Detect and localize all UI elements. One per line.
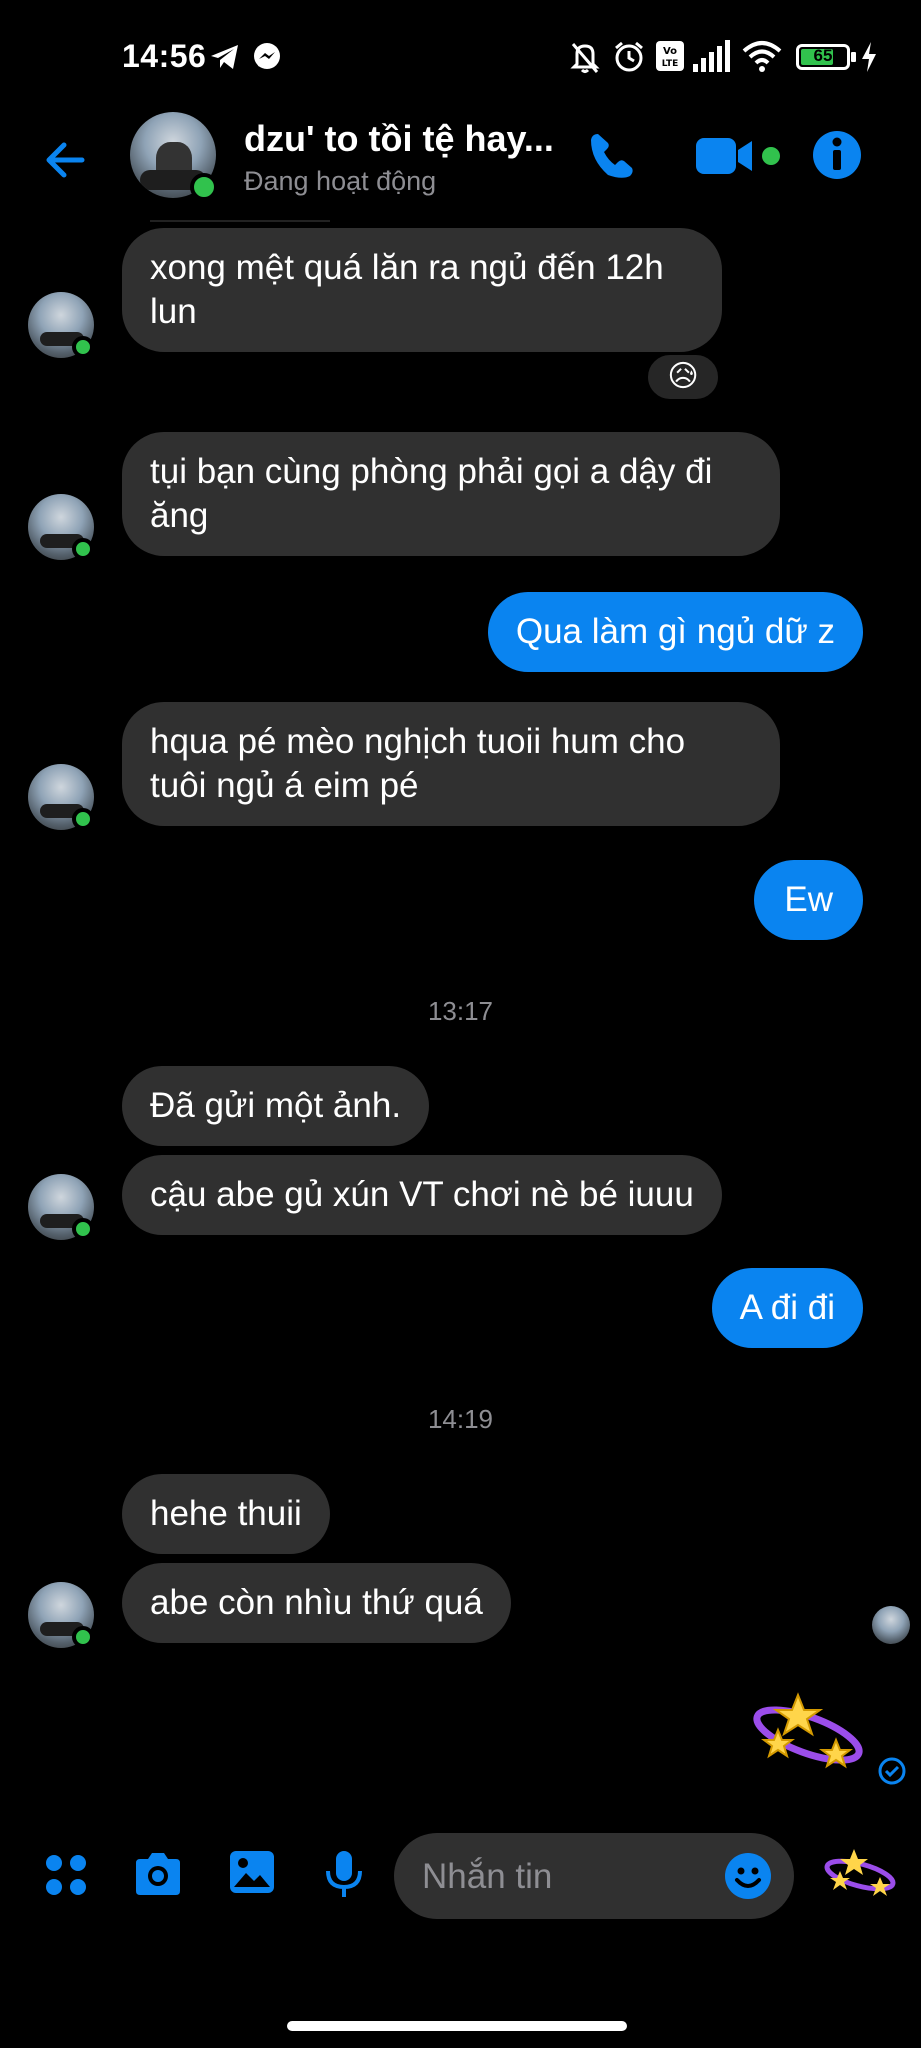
- message-incoming[interactable]: cậu abe gủ xún VT chơi nè bé iuuu: [122, 1155, 722, 1235]
- message-incoming[interactable]: abe còn nhìu thứ quá: [122, 1563, 511, 1643]
- message-line: xong mệt quá lăn ra ngủ đến 12h: [150, 248, 664, 287]
- message-line: hqua pé mèo nghịch tuoii hum cho: [150, 722, 686, 761]
- sticker-stars-icon[interactable]: [748, 1690, 868, 1780]
- message-incoming[interactable]: hqua pé mèo nghịch tuoii hum cho tuôi ng…: [122, 702, 780, 826]
- seen-avatar: [872, 1606, 910, 1644]
- message-input[interactable]: Nhắn tin: [394, 1833, 794, 1919]
- contact-status: Đang hoạt động: [244, 166, 437, 196]
- message-line: ăng: [150, 496, 209, 535]
- message-reaction[interactable]: 😥: [645, 352, 721, 402]
- apps-icon[interactable]: [44, 1853, 88, 1897]
- svg-text:LTE: LTE: [662, 59, 679, 69]
- message-incoming[interactable]: xong mệt quá lăn ra ngủ đến 12h lun: [122, 228, 722, 352]
- alarm-icon: [615, 41, 643, 72]
- message-incoming[interactable]: tụi bạn cùng phòng phải gọi a dậy đi ăng: [122, 432, 780, 556]
- signal-icon: [693, 40, 730, 72]
- message-composer: Nhắn tin: [0, 1825, 921, 1925]
- telegram-icon: [211, 45, 238, 69]
- online-indicator: [72, 336, 94, 358]
- mic-icon[interactable]: [324, 1849, 364, 1899]
- wifi-icon: [742, 41, 782, 72]
- divider: [150, 220, 330, 222]
- online-indicator: [72, 1218, 94, 1240]
- info-icon[interactable]: [812, 130, 862, 180]
- home-indicator[interactable]: [287, 2021, 627, 2031]
- message-incoming[interactable]: hehe thuii: [122, 1474, 330, 1554]
- message-outgoing[interactable]: A đi đi: [711, 1268, 863, 1348]
- status-bar: 14:56 Vo LTE 65: [0, 0, 921, 110]
- message-outgoing[interactable]: Ew: [754, 860, 863, 940]
- contact-name[interactable]: dzu' to tồi tệ hay...: [244, 118, 554, 160]
- battery-icon: 65: [796, 44, 856, 70]
- online-indicator: [72, 1626, 94, 1648]
- sad-emoji-icon: 😥: [667, 360, 699, 393]
- video-active-dot: [762, 147, 780, 165]
- timestamp: 13:17: [427, 996, 494, 1026]
- conversation-header: dzu' to tồi tệ hay... Đang hoạt động: [0, 110, 921, 220]
- message-line: lun: [150, 292, 197, 331]
- online-indicator: [190, 173, 218, 201]
- svg-text:Vo: Vo: [663, 46, 677, 57]
- camera-icon[interactable]: [132, 1851, 184, 1897]
- emoji-icon[interactable]: [724, 1852, 772, 1900]
- volte-icon: Vo LTE: [656, 41, 684, 71]
- sticker-icon[interactable]: [822, 1847, 898, 1899]
- video-icon[interactable]: [696, 136, 756, 176]
- message-line: tụi bạn cùng phòng phải gọi a dậy đi: [150, 452, 713, 491]
- message-input-placeholder: Nhắn tin: [422, 1857, 553, 1896]
- message-outgoing[interactable]: Qua làm gì ngủ dữ z: [487, 592, 863, 672]
- status-time: 14:56: [122, 38, 207, 74]
- messenger-icon: [254, 43, 280, 69]
- seen-check-icon: [878, 1757, 906, 1785]
- online-indicator: [72, 538, 94, 560]
- charging-icon: [862, 42, 876, 72]
- online-indicator: [72, 808, 94, 830]
- bell-off-icon: [570, 43, 600, 73]
- phone-icon[interactable]: [586, 130, 638, 182]
- message-incoming[interactable]: Đã gửi một ảnh.: [122, 1066, 430, 1146]
- battery-level: 65: [813, 46, 833, 65]
- back-arrow-icon[interactable]: [38, 132, 94, 188]
- gallery-icon[interactable]: [228, 1849, 276, 1895]
- message-line: tuôi ngủ á eim pé: [150, 766, 419, 805]
- timestamp: 14:19: [427, 1404, 494, 1434]
